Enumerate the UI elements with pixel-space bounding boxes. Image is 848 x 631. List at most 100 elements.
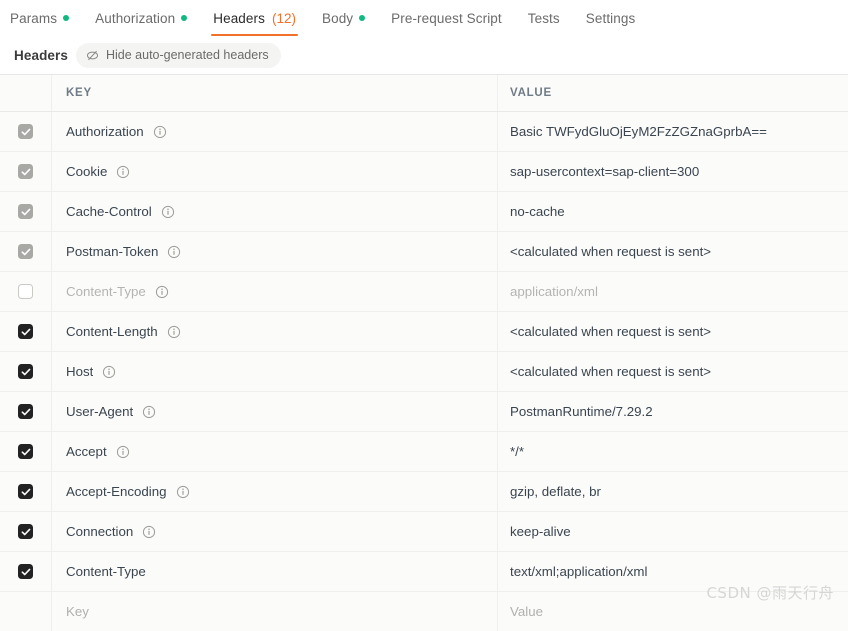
info-icon[interactable] (142, 525, 156, 539)
row-value-cell[interactable]: application/xml (498, 272, 848, 311)
info-icon[interactable] (142, 405, 156, 419)
header-key-text: Connection (66, 524, 134, 539)
header-value-text: text/xml;application/xml (510, 564, 648, 579)
row-value-cell[interactable]: Basic TWFydGluOjEyM2FzZGZnaGprbA== (498, 112, 848, 151)
header-key-text: Accept (66, 444, 107, 459)
tab-label: Headers (213, 10, 265, 26)
info-icon[interactable] (116, 445, 130, 459)
row-checkbox-cell (0, 552, 52, 591)
row-checkbox-cell (0, 352, 52, 391)
info-icon[interactable] (102, 365, 116, 379)
header-key-text: Content-Type (66, 564, 146, 579)
header-enabled-checkbox[interactable] (18, 284, 33, 299)
header-value-text: */* (510, 444, 525, 459)
info-icon[interactable] (176, 485, 190, 499)
info-icon[interactable] (116, 165, 130, 179)
tab-label: Authorization (95, 10, 176, 26)
header-checkbox-cell (0, 75, 52, 111)
header-value-text: <calculated when request is sent> (510, 324, 712, 339)
info-icon[interactable] (167, 245, 181, 259)
header-value-cell: VALUE (498, 75, 848, 111)
table-body: Authorization Basic TWFydGluOjEyM2FzZGZna… (0, 112, 848, 592)
row-key-cell[interactable]: Accept-Encoding (52, 472, 498, 511)
header-enabled-checkbox[interactable] (18, 564, 33, 579)
info-icon[interactable] (153, 125, 167, 139)
info-icon[interactable] (155, 285, 169, 299)
tab-label: Params (10, 10, 58, 26)
hide-auto-generated-headers-button[interactable]: Hide auto-generated headers (75, 42, 281, 68)
new-row-key-input[interactable]: Key (52, 592, 498, 631)
info-icon[interactable] (161, 205, 175, 219)
row-checkbox-cell (0, 192, 52, 231)
row-value-cell[interactable]: keep-alive (498, 512, 848, 551)
table-row: Postman-Token <calculated when request is… (0, 232, 848, 272)
eye-off-icon (86, 49, 99, 62)
tab-label: Settings (585, 10, 636, 26)
header-key-text: Content-Type (66, 284, 146, 299)
row-value-cell[interactable]: <calculated when request is sent> (498, 352, 848, 391)
row-checkbox-cell (0, 312, 52, 351)
header-value-text: sap-usercontext=sap-client=300 (510, 164, 700, 179)
header-key-text: Host (66, 364, 94, 379)
header-enabled-checkbox[interactable] (18, 124, 33, 139)
new-row-value-input[interactable]: Value (498, 592, 848, 631)
header-enabled-checkbox[interactable] (18, 404, 33, 419)
row-key-cell[interactable]: Accept (52, 432, 498, 471)
row-value-cell[interactable]: text/xml;application/xml (498, 552, 848, 591)
header-enabled-checkbox[interactable] (18, 244, 33, 259)
header-enabled-checkbox[interactable] (18, 444, 33, 459)
header-value-text: <calculated when request is sent> (510, 244, 712, 259)
tab-pre-request-script[interactable]: Pre-request Script (378, 0, 515, 36)
header-enabled-checkbox[interactable] (18, 164, 33, 179)
headers-section-title: Headers (14, 47, 68, 63)
header-enabled-checkbox[interactable] (18, 364, 33, 379)
row-value-cell[interactable]: */* (498, 432, 848, 471)
row-key-cell[interactable]: Authorization (52, 112, 498, 151)
table-row: Content-Length <calculated when request i… (0, 312, 848, 352)
header-enabled-checkbox[interactable] (18, 524, 33, 539)
tab-modified-dot-icon (359, 15, 366, 21)
active-tab-underline (211, 33, 298, 36)
table-row: Authorization Basic TWFydGluOjEyM2FzZGZna… (0, 112, 848, 152)
header-value-text: <calculated when request is sent> (510, 364, 712, 379)
tab-tests[interactable]: Tests (515, 0, 573, 36)
row-value-cell[interactable]: gzip, deflate, br (498, 472, 848, 511)
header-value-text: gzip, deflate, br (510, 484, 601, 499)
new-row-key-placeholder: Key (66, 604, 89, 619)
table-row: User-Agent PostmanRuntime/7.29.2 (0, 392, 848, 432)
row-key-cell[interactable]: Content-Type (52, 272, 498, 311)
header-value-text: Basic TWFydGluOjEyM2FzZGZnaGprbA== (510, 124, 767, 139)
table-row: Content-Type text/xml;application/xml (0, 552, 848, 592)
row-key-cell[interactable]: Connection (52, 512, 498, 551)
row-value-cell[interactable]: sap-usercontext=sap-client=300 (498, 152, 848, 191)
tab-params[interactable]: Params (0, 0, 82, 36)
row-key-cell[interactable]: User-Agent (52, 392, 498, 431)
row-key-cell[interactable]: Cookie (52, 152, 498, 191)
header-value-text: no-cache (510, 204, 565, 219)
row-value-cell[interactable]: <calculated when request is sent> (498, 232, 848, 271)
row-key-cell[interactable]: Cache-Control (52, 192, 498, 231)
row-key-cell[interactable]: Host (52, 352, 498, 391)
tab-headers[interactable]: Headers (12) (200, 0, 309, 36)
row-value-cell[interactable]: <calculated when request is sent> (498, 312, 848, 351)
tab-modified-dot-icon (63, 15, 70, 21)
row-value-cell[interactable]: PostmanRuntime/7.29.2 (498, 392, 848, 431)
table-row: Accept */* (0, 432, 848, 472)
tab-body[interactable]: Body (309, 0, 378, 36)
header-enabled-checkbox[interactable] (18, 324, 33, 339)
new-row-checkbox-cell (0, 592, 52, 631)
request-tab-bar: Params Authorization Headers (12) Body Pre-re… (0, 0, 848, 36)
row-key-cell[interactable]: Postman-Token (52, 232, 498, 271)
tab-settings[interactable]: Settings (573, 0, 649, 36)
header-enabled-checkbox[interactable] (18, 484, 33, 499)
header-value-text: keep-alive (510, 524, 571, 539)
row-value-cell[interactable]: no-cache (498, 192, 848, 231)
new-header-row[interactable]: Key Value (0, 592, 848, 631)
row-key-cell[interactable]: Content-Type (52, 552, 498, 591)
tab-authorization[interactable]: Authorization (82, 0, 200, 36)
info-icon[interactable] (167, 325, 181, 339)
row-checkbox-cell (0, 232, 52, 271)
row-key-cell[interactable]: Content-Length (52, 312, 498, 351)
header-enabled-checkbox[interactable] (18, 204, 33, 219)
header-key-text: Accept-Encoding (66, 484, 167, 499)
